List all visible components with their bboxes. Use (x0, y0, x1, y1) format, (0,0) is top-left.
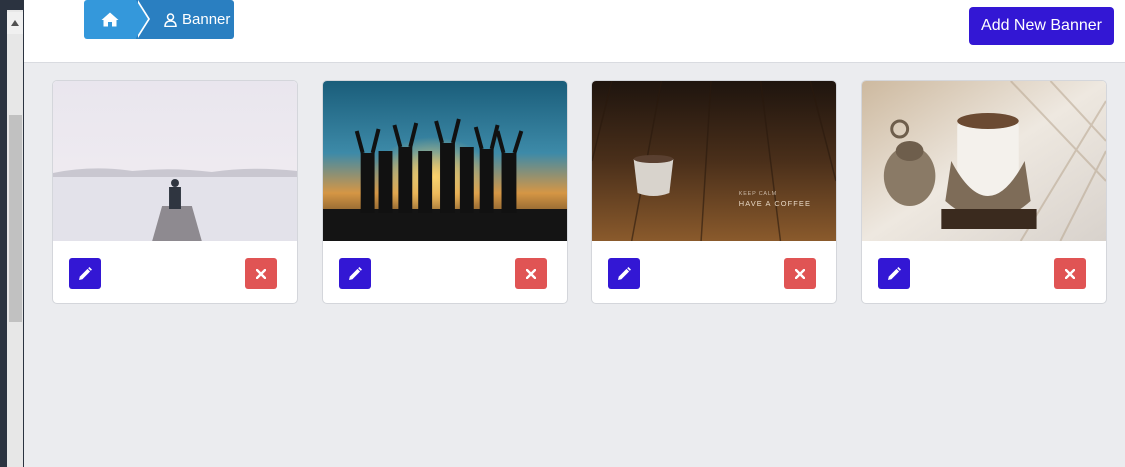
caption-have-a-coffee: HAVE A COFFEE (739, 199, 811, 208)
edit-banner-button[interactable] (339, 258, 371, 289)
delete-banner-button[interactable] (784, 258, 816, 289)
breadcrumb-current: Banner (136, 0, 234, 39)
close-icon (1065, 268, 1075, 279)
scroll-up-arrow-icon[interactable] (7, 12, 23, 34)
pencil-icon (349, 266, 362, 280)
edit-banner-button[interactable] (878, 258, 910, 289)
pencil-icon (79, 266, 92, 280)
close-icon (795, 268, 805, 279)
banner-card (861, 80, 1107, 304)
breadcrumb-home[interactable] (84, 0, 136, 39)
breadcrumb-label: Banner (182, 11, 231, 28)
pencil-icon (618, 266, 631, 280)
banner-card: KEEP CALM HAVE A COFFEE (591, 80, 837, 304)
banner-card (322, 80, 568, 304)
banner-image-coffee-table: KEEP CALM HAVE A COFFEE (592, 81, 836, 241)
delete-banner-button[interactable] (245, 258, 277, 289)
main-content: Banner Add New Banner KEEP CALM HAVE A C… (24, 0, 1125, 467)
delete-banner-button[interactable] (1054, 258, 1086, 289)
delete-banner-button[interactable] (515, 258, 547, 289)
edit-banner-button[interactable] (69, 258, 101, 289)
banner-image-lake (53, 81, 297, 241)
close-icon (526, 268, 536, 279)
pencil-icon (888, 266, 901, 280)
top-bar: Banner Add New Banner (24, 0, 1125, 63)
banner-image-sunset-group (323, 81, 567, 241)
scrollbar-thumb[interactable] (9, 115, 22, 322)
banner-card (52, 80, 298, 304)
add-new-banner-button[interactable]: Add New Banner (969, 7, 1114, 45)
home-icon (101, 12, 119, 27)
user-icon (164, 12, 177, 27)
edit-banner-button[interactable] (608, 258, 640, 289)
caption-keep-calm: KEEP CALM (739, 191, 777, 197)
close-icon (256, 268, 266, 279)
banner-image-turkish-coffee (862, 81, 1106, 241)
